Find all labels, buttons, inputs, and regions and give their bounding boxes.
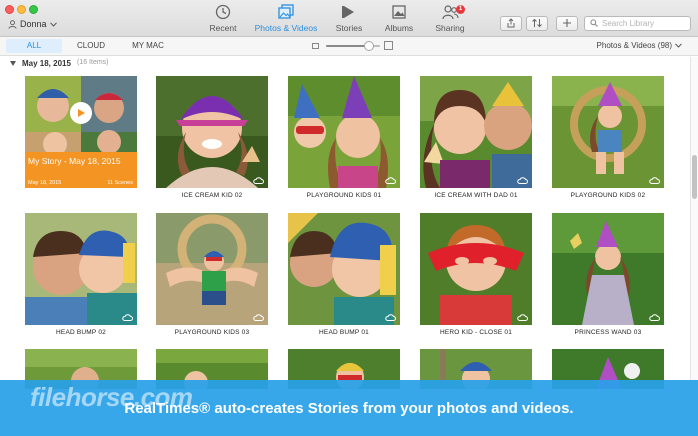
clock-icon [215,4,231,22]
account-menu[interactable]: Donna [8,19,57,29]
nav-photos-videos-label: Photos & Videos [254,23,318,33]
media-thumbnail[interactable] [420,213,532,325]
slider-fill [326,45,370,47]
nav-photos-videos[interactable]: Photos & Videos [252,4,320,35]
sharing-badge: 1 [456,5,465,14]
nav-albums[interactable]: Albums [382,4,416,35]
date-section-header: May 18, 2015 (16 Items) [0,57,690,71]
chevron-down-icon [675,41,682,50]
minimize-window-button[interactable] [17,5,26,14]
story-thumbnail[interactable]: My Story - May 18, 2015 May 18, 2015 11 … [25,76,137,188]
large-thumbnail-icon [384,41,393,50]
add-button[interactable] [556,16,578,31]
search-field[interactable]: Search Library [584,16,691,31]
slider-knob[interactable] [364,41,375,51]
media-caption: PLAYGROUND KIDS 03 [174,329,250,336]
search-placeholder: Search Library [602,19,655,28]
media-caption: PLAYGROUND KIDS 02 [570,192,646,199]
story-title: My Story - May 18, 2015 [28,156,121,166]
stories-icon [341,4,357,22]
nav-sharing-label: Sharing [435,23,465,33]
media-caption: PRINCESS WAND 03 [574,329,642,336]
play-icon[interactable] [70,102,92,124]
chevron-down-icon [49,21,57,27]
cloud-icon [517,177,528,184]
story-scene-count: 11 Scenes [107,180,133,186]
arrows-up-down-icon [531,15,543,33]
share-icon [506,15,516,33]
share-button[interactable] [500,16,522,31]
filter-tab-cloud[interactable]: CLOUD [70,39,112,53]
media-type-select[interactable]: Photos & Videos (98) [597,41,682,50]
search-icon [590,18,598,29]
story-date: May 18, 2015 [28,180,62,186]
cloud-icon [649,177,660,184]
promo-banner: filehorse.com RealTimes® auto-creates St… [0,380,698,436]
nav-stories-label: Stories [335,23,363,33]
cloud-icon [385,177,396,184]
media-thumbnail[interactable] [288,76,400,188]
filter-bar: ALL CLOUD MY MAC Photos & Videos (98) [0,37,698,56]
small-thumbnail-icon [312,43,319,49]
media-caption: HEAD BUMP 02 [56,329,106,336]
toolbar: Donna Recent Photos & Videos Stories Alb… [0,0,698,37]
albums-icon [391,4,407,22]
media-thumbnail[interactable] [288,213,400,325]
photos-icon [277,4,295,22]
media-type-select-label: Photos & Videos (98) [596,41,672,50]
filter-tab-my-mac[interactable]: MY MAC [124,39,172,53]
nav-albums-label: Albums [384,23,414,33]
media-thumbnail[interactable] [552,213,664,325]
media-caption: HEAD BUMP 01 [319,329,369,336]
media-caption: PLAYGROUND KIDS 01 [306,192,382,199]
user-icon [8,19,17,29]
account-name: Donna [20,19,47,29]
media-thumbnail[interactable] [420,76,532,188]
cloud-icon [649,314,660,321]
media-caption: ICE CREAM WITH DAD 01 [434,192,518,199]
thumbnail-size-slider[interactable] [312,40,394,52]
sync-button[interactable] [526,16,548,31]
nav-stories[interactable]: Stories [332,4,366,35]
cloud-icon [253,314,264,321]
media-thumbnail[interactable] [25,213,137,325]
media-thumbnail[interactable] [156,76,268,188]
nav-recent-label: Recent [209,23,237,33]
scrollbar-thumb[interactable] [692,155,697,199]
media-thumbnail[interactable] [552,76,664,188]
media-caption: ICE CREAM KID 02 [181,192,243,199]
cloud-icon [517,314,528,321]
section-date: May 18, 2015 [22,59,71,68]
close-window-button[interactable] [5,5,14,14]
nav-recent[interactable]: Recent [205,4,241,35]
cloud-icon [385,314,396,321]
filter-tab-all[interactable]: ALL [6,39,62,53]
section-count: (16 Items) [77,59,109,66]
plus-icon [562,15,572,33]
media-caption: HERO KID - CLOSE 01 [439,329,513,336]
disclosure-triangle-icon[interactable] [10,61,16,66]
zoom-window-button[interactable] [29,5,38,14]
media-thumbnail[interactable] [156,213,268,325]
cloud-icon [122,314,133,321]
promo-text: RealTimes® auto-creates Stories from you… [124,400,574,417]
cloud-icon [253,177,264,184]
nav-sharing[interactable]: 1 Sharing [432,4,468,35]
